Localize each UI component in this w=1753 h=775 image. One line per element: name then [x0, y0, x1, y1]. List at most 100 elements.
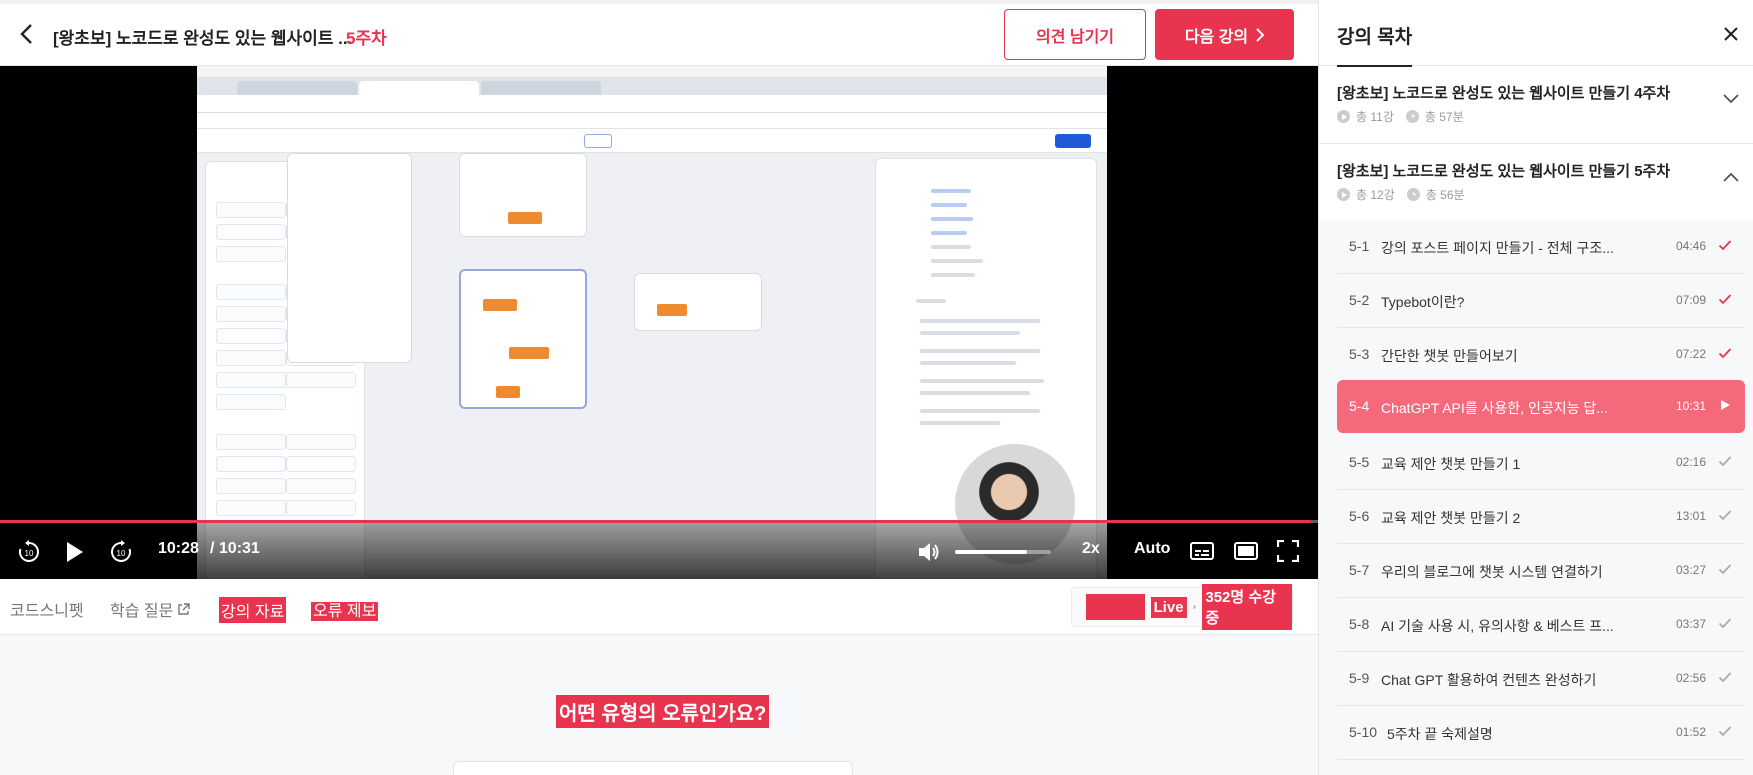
lesson-duration: 07:22 — [1676, 347, 1707, 361]
live-separator-dot — [1192, 605, 1197, 609]
course-title: [왕초보] 노코드로 완성도 있는 웹사이트 ... — [53, 29, 353, 48]
lesson-title: AI 기술 사용 시, 유의사항 & 베스트 프... — [1381, 618, 1614, 634]
sidebar-header: 강의 목차 — [1319, 0, 1753, 67]
lesson-number: 5-2 — [1349, 292, 1370, 308]
live-viewer-count: 352명 수강 중 — [1202, 584, 1292, 630]
lesson-item[interactable]: 5-8 AI 기술 사용 시, 유의사항 & 베스트 프... 03:37 — [1337, 598, 1745, 652]
clock-icon — [1406, 188, 1420, 201]
subtitles-icon — [1190, 542, 1214, 560]
lesson-item[interactable]: 5-10 5주차 끝 숙제설명 01:52 — [1337, 706, 1745, 760]
clock-icon — [1405, 110, 1419, 123]
tab-qna[interactable]: 학습 질문 — [110, 597, 191, 621]
lesson-number: 5-1 — [1349, 238, 1370, 254]
lesson-title: Chat GPT 활용하여 컨텐츠 완성하기 — [1381, 672, 1597, 688]
play-circle-icon — [1337, 110, 1350, 123]
next-lecture-label: 다음 강의 — [1184, 28, 1249, 46]
lesson-title: 교육 제안 챗봇 만들기 2 — [1381, 510, 1521, 526]
player-controls: 10 10 10:28 / 10:31 2x Auto — [0, 523, 1318, 579]
close-sidebar-button[interactable] — [1719, 22, 1743, 46]
lesson-number: 5-5 — [1349, 454, 1370, 470]
check-icon — [1718, 348, 1732, 359]
check-icon — [1718, 726, 1732, 737]
play-button[interactable] — [60, 537, 90, 567]
lecture-tabs: 코드스니펫 학습 질문 강의 자료 오류 제보 Live 352명 수강 중 — [0, 579, 1318, 637]
volume-fill — [955, 550, 1027, 554]
lesson-title: 강의 포스트 페이지 만들기 - 전체 구조... — [1381, 240, 1614, 256]
lesson-title: 우리의 블로그에 챗봇 시스템 연결하기 — [1381, 564, 1603, 580]
video-gpt-answer-node — [634, 273, 762, 331]
forward-10-button[interactable]: 10 — [106, 537, 136, 567]
lesson-number: 5-10 — [1349, 724, 1378, 740]
check-icon — [1718, 510, 1732, 521]
lesson-item[interactable]: 5-5 교육 제안 챗봇 만들기 1 02:16 — [1337, 436, 1745, 490]
live-avatars — [1086, 594, 1145, 620]
lesson-title: ChatGPT API를 사용한, 인공지능 답... — [1381, 400, 1608, 416]
play-circle-icon — [1337, 188, 1350, 201]
lesson-item[interactable]: 5-7 우리의 블로그에 챗봇 시스템 연결하기 03:27 — [1337, 544, 1745, 598]
tab-error-report[interactable]: 오류 제보 — [311, 597, 379, 637]
subtitles-button[interactable] — [1188, 537, 1216, 565]
check-icon — [1718, 294, 1732, 305]
volume-slider[interactable] — [955, 550, 1051, 554]
check-icon — [1718, 564, 1732, 575]
check-icon — [1718, 456, 1732, 467]
lesson-number: 5-3 — [1349, 346, 1370, 362]
video-call-name-node — [459, 269, 587, 409]
lesson-duration: 07:09 — [1676, 293, 1707, 307]
lesson-item[interactable]: 5-2 Typebot이란? 07:09 — [1337, 274, 1745, 328]
check-icon — [1718, 240, 1732, 251]
lesson-number: 5-8 — [1349, 616, 1370, 632]
lesson-duration: 04:46 — [1676, 239, 1707, 253]
error-report-section: 어떤 유형의 오류인가요? — [0, 635, 1318, 775]
lesson-item[interactable]: 5-9 Chat GPT 활용하여 컨텐츠 완성하기 02:56 — [1337, 652, 1745, 706]
chevron-down-icon — [1723, 94, 1739, 104]
section-week-4[interactable]: [왕초보] 노코드로 완성도 있는 웹사이트 만들기 4주차 총 11강 총 5… — [1319, 66, 1753, 144]
section-lesson-count: 총 12강 — [1356, 188, 1395, 202]
video-browser-tabs — [197, 78, 1107, 95]
fullscreen-button[interactable] — [1274, 537, 1302, 565]
theater-mode-button[interactable] — [1232, 537, 1260, 565]
video-start-node — [287, 153, 412, 363]
lesson-duration: 10:31 — [1676, 399, 1707, 413]
check-icon — [1718, 618, 1732, 629]
close-icon — [1724, 27, 1738, 41]
section-title: [왕초보] 노코드로 완성도 있는 웹사이트 만들기 5주차 — [1337, 163, 1671, 180]
tab-code-snippet[interactable]: 코드스니펫 — [10, 597, 84, 621]
lesson-item[interactable]: 5-1 강의 포스트 페이지 만들기 - 전체 구조... 04:46 — [1337, 220, 1745, 274]
lesson-duration: 13:01 — [1676, 509, 1707, 523]
theater-mode-icon — [1234, 542, 1258, 560]
speed-button[interactable]: 2x — [1082, 540, 1100, 558]
external-link-icon — [178, 602, 191, 615]
svg-text:10: 10 — [117, 549, 126, 558]
lesson-number: 5-7 — [1349, 562, 1370, 578]
back-button[interactable] — [14, 22, 38, 46]
section-week-5[interactable]: [왕초보] 노코드로 완성도 있는 웹사이트 만들기 5주차 총 12강 총 5… — [1319, 144, 1753, 222]
video-bookmarks-bar — [197, 113, 1107, 129]
video-player[interactable] — [0, 66, 1318, 579]
lesson-duration: 03:37 — [1676, 617, 1707, 631]
lesson-item[interactable]: 5-3 간단한 챗봇 만들어보기 07:22 — [1337, 328, 1745, 382]
top-progress-line — [0, 0, 1318, 4]
sidebar-title: 강의 목차 — [1337, 22, 1413, 67]
error-type-option[interactable] — [453, 761, 853, 775]
video-address-bar — [197, 95, 1107, 113]
next-lecture-button[interactable]: 다음 강의 — [1155, 9, 1294, 60]
rewind-10-button[interactable]: 10 — [14, 537, 44, 567]
quality-button[interactable]: Auto — [1134, 540, 1170, 558]
tab-materials[interactable]: 강의 자료 — [219, 597, 287, 623]
tab-qna-label: 학습 질문 — [110, 603, 174, 620]
lecture-header: [왕초보] 노코드로 완성도 있는 웹사이트 ... 5주차 의견 남기기 다음… — [0, 0, 1318, 66]
curriculum-sidebar: 강의 목차 [왕초보] 노코드로 완성도 있는 웹사이트 만들기 4주차 총 1… — [1318, 0, 1753, 775]
total-time: / 10:31 — [210, 540, 260, 557]
lesson-list: 5-1 강의 포스트 페이지 만들기 - 전체 구조... 04:46 5-2 Type… — [1319, 220, 1753, 775]
volume-button[interactable] — [914, 537, 944, 567]
lesson-duration: 03:27 — [1676, 563, 1707, 577]
lesson-item-current[interactable]: 5-4 ChatGPT API를 사용한, 인공지능 답... 10:31 — [1337, 380, 1745, 433]
section-duration: 총 56분 — [1425, 188, 1465, 202]
lesson-item[interactable]: 5-6 교육 제안 챗봇 만들기 2 13:01 — [1337, 490, 1745, 544]
live-viewers-box[interactable]: Live 352명 수강 중 — [1071, 584, 1293, 630]
rewind-10-icon: 10 — [19, 540, 39, 562]
feedback-button[interactable]: 의견 남기기 — [1004, 9, 1146, 60]
lesson-number: 5-4 — [1349, 398, 1370, 414]
volume-icon — [919, 543, 939, 561]
